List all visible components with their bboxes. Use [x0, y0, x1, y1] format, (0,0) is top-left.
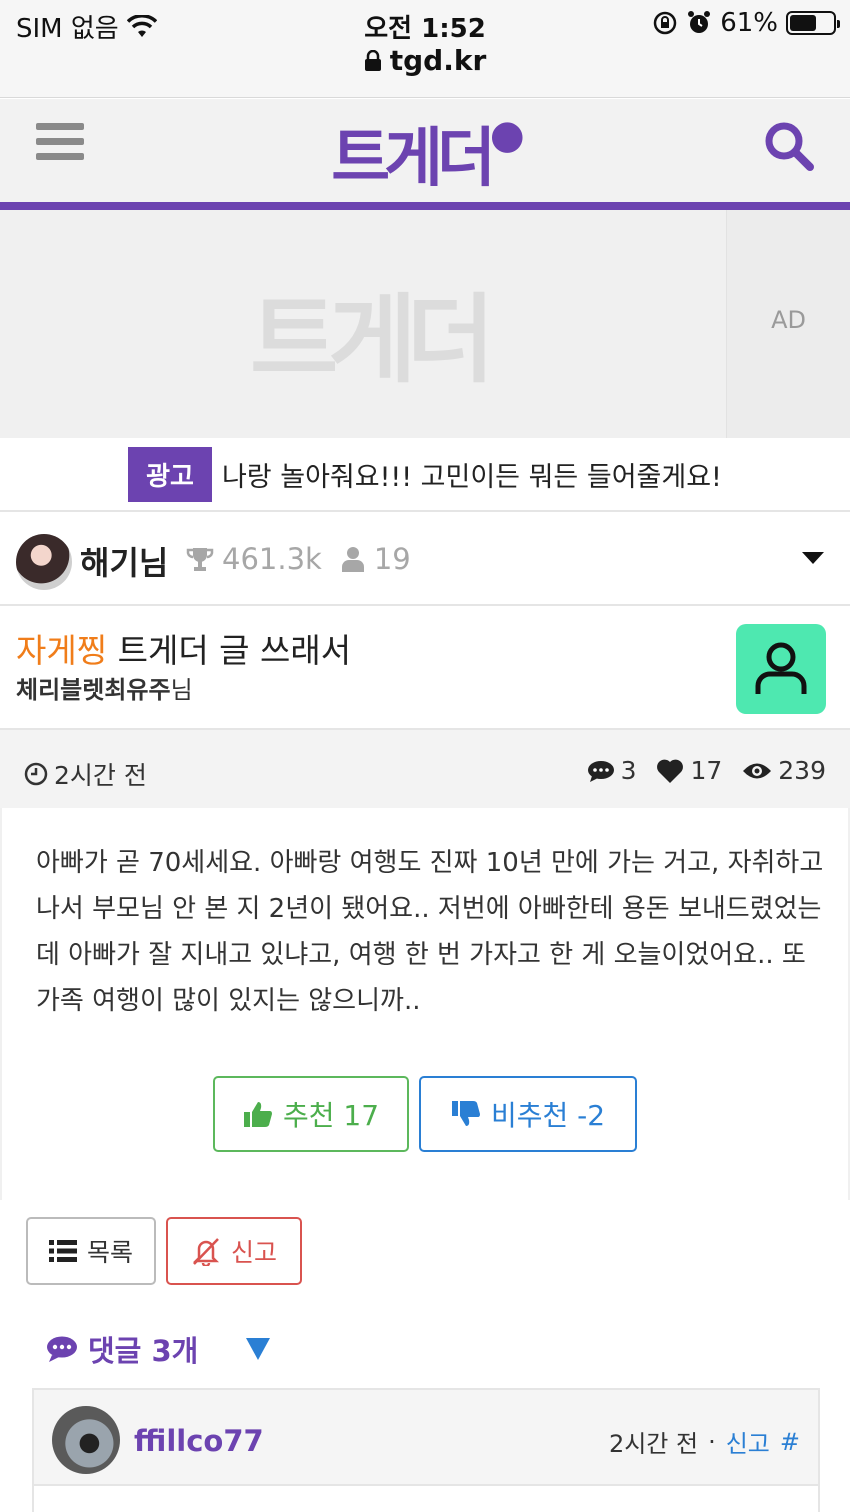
battery-percent: 61%: [720, 8, 778, 38]
like-count: 17: [690, 756, 723, 785]
comment-permalink[interactable]: #: [780, 1428, 800, 1456]
comment-item: ffillco77 2시간 전 · 신고 #: [32, 1388, 820, 1512]
downvote-button[interactable]: 비추천 -2: [419, 1076, 637, 1152]
author-points: 461.3k: [222, 542, 322, 576]
thumbs-down-icon: [451, 1101, 480, 1126]
list-button[interactable]: 목록: [26, 1217, 156, 1285]
triangle-down-icon[interactable]: [246, 1338, 270, 1360]
battery-icon: [786, 11, 840, 35]
comment-meta: 2시간 전 · 신고 #: [609, 1424, 800, 1459]
site-header: 트게더●: [0, 99, 850, 202]
comment-icon: [587, 760, 614, 782]
status-right: 61%: [652, 8, 840, 38]
header-divider: [0, 202, 850, 210]
comment-author[interactable]: ffillco77: [134, 1424, 264, 1458]
url-text: tgd.kr: [389, 44, 487, 77]
search-icon[interactable]: [762, 119, 816, 173]
orientation-lock-icon: [653, 11, 677, 35]
user-icon: [341, 547, 364, 572]
upvote-label: 추천 17: [282, 1099, 380, 1132]
comment-time: 2시간 전: [608, 1430, 699, 1458]
post-actions: 목록 신고: [26, 1217, 302, 1285]
post-meta: 2시간 전 3 17 239: [0, 730, 850, 808]
author-name[interactable]: 해기님: [80, 538, 168, 584]
thumbs-up-icon: [243, 1102, 272, 1127]
trophy-icon: [186, 548, 214, 571]
report-button[interactable]: 신고: [166, 1217, 302, 1285]
status-bar: SIM 없음 오전 1:52 61% tgd.kr: [0, 0, 850, 98]
author-followers: 19: [373, 542, 411, 576]
post-body: 아빠가 곧 70세세요. 아빠랑 여행도 진짜 10년 만에 가는 거고, 자취…: [36, 848, 824, 1016]
clock-icon: [24, 762, 48, 786]
comment-report-link[interactable]: 신고: [726, 1424, 770, 1459]
promo-text: 나랑 놀아줘요!!! 고민이든 뭐든 들어줄게요!: [221, 461, 722, 493]
avatar[interactable]: [16, 534, 72, 590]
ad-label: AD: [771, 306, 806, 334]
eye-icon: [743, 763, 772, 778]
site-logo[interactable]: 트게더●: [0, 107, 850, 199]
post-title-box: 자게찡 트게더 글 쓰래서 체리블렛최유주님: [0, 606, 850, 730]
comment-count: 3: [620, 756, 637, 785]
post-author-suffix: 님: [170, 676, 193, 704]
profile-button[interactable]: [736, 624, 826, 714]
comments-header[interactable]: 댓글 3개: [46, 1328, 198, 1370]
post-title-text: 트게더 글 쓰래서: [117, 631, 352, 670]
comments-title: 댓글 3개: [88, 1334, 199, 1368]
bell-slash-icon: [192, 1238, 220, 1266]
alarm-icon: [688, 11, 711, 33]
upvote-button[interactable]: 추천 17: [213, 1076, 409, 1152]
author-stats: 461.3k 19: [186, 542, 411, 576]
post-stats: 3 17 239: [575, 756, 826, 785]
post-time: 2시간 전: [24, 756, 147, 792]
heart-icon: [657, 759, 684, 783]
channel-author-bar: 해기님 461.3k 19: [0, 512, 850, 606]
view-count: 239: [778, 756, 826, 785]
report-label: 신고: [230, 1238, 277, 1267]
post-author[interactable]: 체리블렛최유주님: [16, 670, 193, 705]
user-outline-icon: [755, 642, 807, 694]
vote-row: 추천 17 비추천 -2: [2, 1076, 848, 1152]
ad-watermark-logo: 트게더: [250, 284, 495, 396]
post-category[interactable]: 자게찡: [16, 631, 107, 670]
chevron-down-icon[interactable]: [802, 552, 824, 564]
ad-banner[interactable]: 트게더 AD: [0, 210, 850, 438]
comment-header: ffillco77 2시간 전 · 신고 #: [34, 1390, 818, 1486]
post-author-name: 체리블렛최유주: [16, 676, 171, 704]
url-bar[interactable]: tgd.kr: [0, 44, 850, 77]
post-body-box: 아빠가 곧 70세세요. 아빠랑 여행도 진짜 10년 만에 가는 거고, 자취…: [0, 808, 850, 1200]
promo-bar[interactable]: 광고 나랑 놀아줘요!!! 고민이든 뭐든 들어줄게요!: [0, 438, 850, 512]
lock-icon: [364, 49, 381, 71]
comment-meta-separator: ·: [708, 1427, 716, 1456]
promo-badge: 광고: [128, 446, 212, 502]
downvote-label: 비추천 -2: [490, 1099, 606, 1132]
post-time-text: 2시간 전: [54, 761, 147, 790]
list-icon: [48, 1240, 77, 1262]
post-title: 자게찡 트게더 글 쓰래서: [16, 624, 351, 672]
avatar[interactable]: [52, 1406, 120, 1474]
list-label: 목록: [86, 1238, 133, 1267]
comment-bubble-icon: [47, 1336, 77, 1362]
